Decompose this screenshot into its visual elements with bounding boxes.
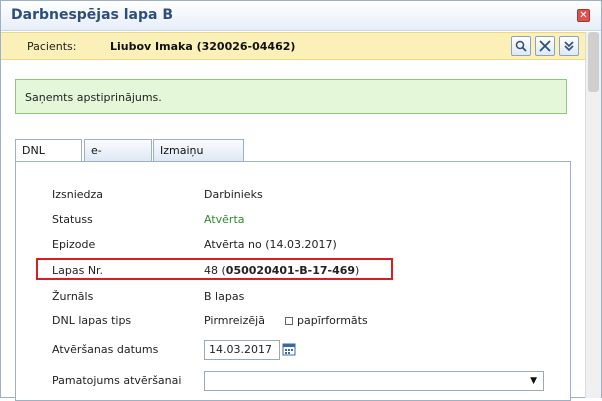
patient-bar: Pacients: Liubov Imaka (320026-04462) xyxy=(1,32,585,60)
success-alert: Saņemts apstiprinājums. xyxy=(15,79,567,114)
patient-label: Pacients: xyxy=(27,40,77,53)
title-bar: Darbnespējas lapa B ✕ xyxy=(1,1,601,31)
tab-panel: Izsniedza Darbinieks Statuss Atvērta Epi… xyxy=(15,161,571,401)
field-label: DNL lapas tips xyxy=(52,314,132,327)
search-button[interactable] xyxy=(511,36,531,56)
field-zurnals: Žurnāls B lapas xyxy=(16,290,572,308)
field-value: B lapas xyxy=(204,290,245,303)
field-label: Pamatojums atvēršanai xyxy=(52,374,182,387)
scrollbar-thumb[interactable] xyxy=(588,32,599,92)
field-lapas-nr: Lapas Nr. 48 (050020401-B-17-469) xyxy=(16,264,572,282)
status-value: Atvērta xyxy=(204,213,245,226)
close-button[interactable]: ✕ xyxy=(577,9,590,22)
field-value: 48 (050020401-B-17-469) xyxy=(204,264,359,277)
value-suffix: ) xyxy=(355,264,360,277)
checkbox-box[interactable] xyxy=(285,317,293,325)
tools-button[interactable] xyxy=(535,36,555,56)
field-statuss: Statuss Atvērta xyxy=(16,213,572,231)
field-value: Pirmreizējā xyxy=(204,314,265,327)
dropdown-arrow-icon: ▼ xyxy=(530,376,537,386)
window-title: Darbnespējas lapa B xyxy=(11,7,174,23)
paper-format-checkbox[interactable]: papīrformāts xyxy=(285,314,368,327)
field-label: Atvēršanas datums xyxy=(52,343,159,356)
vertical-scrollbar[interactable] xyxy=(585,32,601,398)
field-label: Lapas Nr. xyxy=(52,264,104,277)
tab-dnl-saturs[interactable]: DNL saturs xyxy=(15,139,82,179)
field-label: Statuss xyxy=(52,213,93,226)
double-chevron-down-icon xyxy=(564,41,574,52)
patient-name: Liubov Imaka (320026-04462) xyxy=(110,40,296,53)
calendar-icon[interactable] xyxy=(282,342,296,356)
reason-select[interactable]: ▼ xyxy=(204,371,544,391)
search-icon xyxy=(515,40,527,52)
dialog-window: Darbnespējas lapa B ✕ Pacients: Liubov I… xyxy=(0,0,602,401)
field-value: Atvērta no (14.03.2017) xyxy=(204,238,337,251)
tab-izmainu-vesture[interactable]: Izmaiņu vēsture xyxy=(153,139,244,179)
tools-icon xyxy=(539,40,551,52)
field-value: Darbinieks xyxy=(204,188,263,201)
field-label: Izsniedza xyxy=(52,188,104,201)
sheet-number: 050020401-B-17-469 xyxy=(225,264,356,277)
expand-button[interactable] xyxy=(559,36,579,56)
field-izsniedza: Izsniedza Darbinieks xyxy=(16,188,572,206)
tab-e-veseliba[interactable]: e-Veselība xyxy=(84,139,152,179)
alert-text: Saņemts apstiprinājums. xyxy=(25,91,162,104)
field-label: Žurnāls xyxy=(52,290,94,303)
checkbox-label: papīrformāts xyxy=(297,314,368,327)
open-date-input[interactable]: 14.03.2017 xyxy=(204,340,280,360)
field-epizode: Epizode Atvērta no (14.03.2017) xyxy=(16,238,572,256)
value-prefix: 48 ( xyxy=(204,264,226,277)
field-dnl-tips: DNL lapas tips Pirmreizējā papīrformāts xyxy=(16,314,572,332)
field-label: Epizode xyxy=(52,238,96,251)
